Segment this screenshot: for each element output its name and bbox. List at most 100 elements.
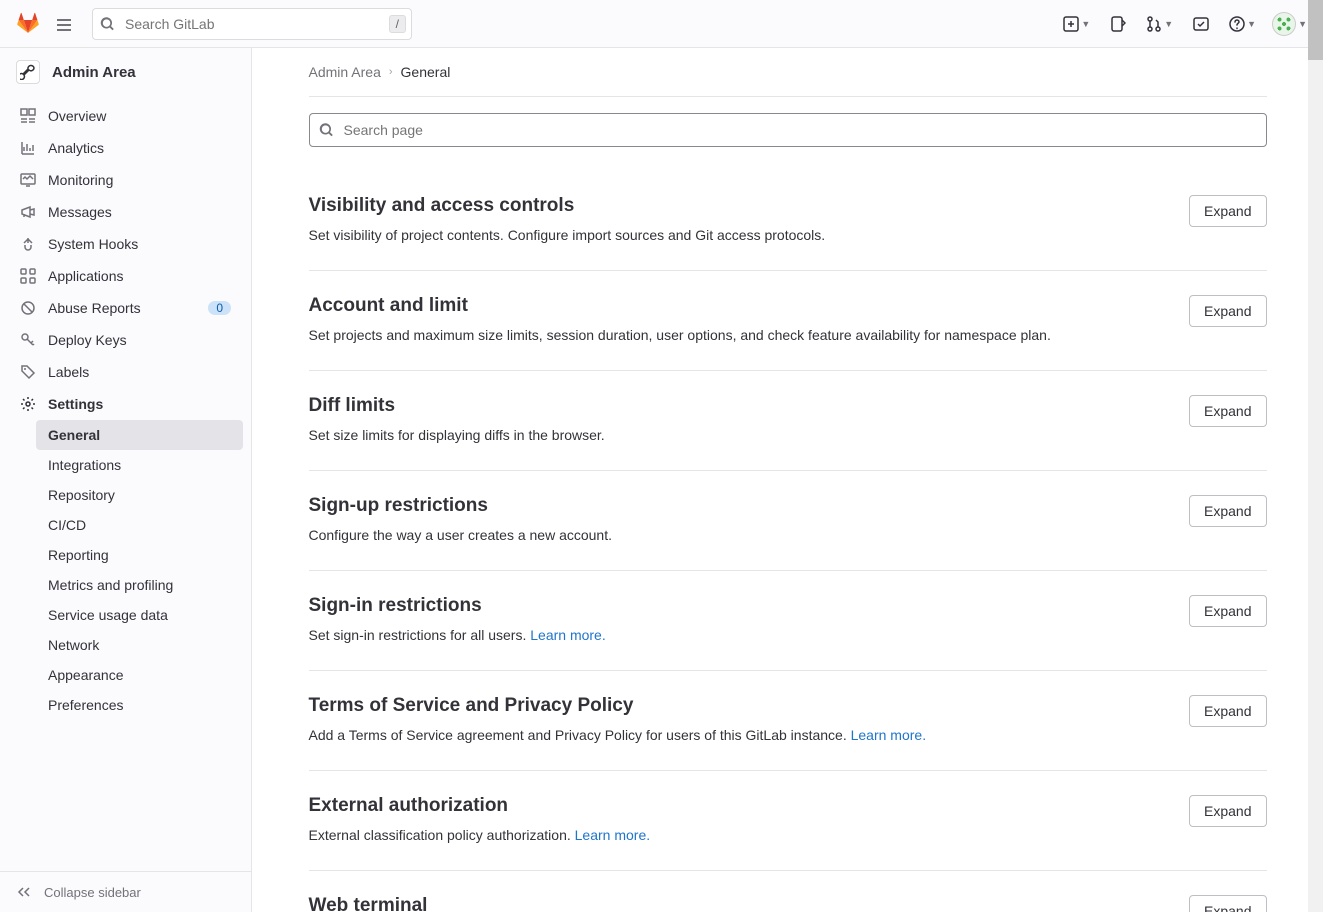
settings-section: Visibility and access controls Set visib… [309,171,1267,271]
collapse-label: Collapse sidebar [44,885,141,900]
page-search [309,113,1267,147]
global-search-input[interactable] [92,8,412,40]
expand-button[interactable]: Expand [1189,795,1266,827]
nav-sub-cicd[interactable]: CI/CD [36,510,243,540]
settings-section: Diff limits Set size limits for displayi… [309,371,1267,471]
settings-icon [20,396,36,412]
sidebar-title: Admin Area [52,64,136,81]
search-icon [319,123,334,138]
collapse-sidebar-button[interactable]: Collapse sidebar [0,871,251,912]
sidebar-header[interactable]: Admin Area [0,48,251,96]
merge-requests-menu[interactable]: ▼ [1146,16,1173,32]
overview-icon [20,108,36,124]
nav-badge: 0 [208,301,231,315]
main-content: Admin Area › General Visibility and acce… [252,48,1323,912]
nav-label: Labels [48,364,231,380]
section-title: External authorization [309,795,1174,817]
nav-settings[interactable]: Settings [8,388,243,420]
nav-sub-integrations[interactable]: Integrations [36,450,243,480]
admin-area-icon [16,60,40,84]
expand-button[interactable]: Expand [1189,395,1266,427]
expand-button[interactable]: Expand [1189,695,1266,727]
learn-more-link[interactable]: Learn more. [530,627,605,643]
section-title: Account and limit [309,295,1174,317]
nav-messages[interactable]: Messages [8,196,243,228]
nav-monitoring[interactable]: Monitoring [8,164,243,196]
analytics-icon [20,140,36,156]
topbar: / ▼ ▼ ▼ ▼ [0,0,1323,48]
collapse-icon [16,884,32,900]
applications-icon [20,268,36,284]
section-description: Set size limits for displaying diffs in … [309,425,1174,446]
nav-sub-network[interactable]: Network [36,630,243,660]
nav-label: Settings [48,396,231,412]
labels-icon [20,364,36,380]
expand-button[interactable]: Expand [1189,295,1266,327]
scrollbar[interactable] [1308,0,1323,912]
nav-sub-reporting[interactable]: Reporting [36,540,243,570]
nav-sub-appearance[interactable]: Appearance [36,660,243,690]
nav-abuse-reports[interactable]: Abuse Reports 0 [8,292,243,324]
nav-system-hooks[interactable]: System Hooks [8,228,243,260]
hooks-icon [20,236,36,252]
expand-button[interactable]: Expand [1189,195,1266,227]
nav-settings-sub: General Integrations Repository CI/CD Re… [8,420,243,720]
user-avatar [1272,12,1296,36]
abuse-icon [20,300,36,316]
gitlab-logo[interactable] [16,12,40,36]
chevron-down-icon: ▼ [1164,19,1173,29]
nav-label: Applications [48,268,231,284]
settings-section: Account and limit Set projects and maxim… [309,271,1267,371]
help-menu[interactable]: ▼ [1229,16,1256,32]
expand-button[interactable]: Expand [1189,895,1266,912]
key-icon [20,332,36,348]
nav-sub-preferences[interactable]: Preferences [36,690,243,720]
settings-section: External authorization External classifi… [309,771,1267,871]
nav-deploy-keys[interactable]: Deploy Keys [8,324,243,356]
nav-label: Analytics [48,140,231,156]
topbar-actions: ▼ ▼ ▼ ▼ [1063,12,1307,36]
settings-section: Terms of Service and Privacy Policy Add … [309,671,1267,771]
settings-section: Sign-up restrictions Configure the way a… [309,471,1267,571]
breadcrumb: Admin Area › General [309,48,1267,97]
nav-overview[interactable]: Overview [8,100,243,132]
page-search-input[interactable] [309,113,1267,147]
section-description: Set projects and maximum size limits, se… [309,325,1174,346]
nav-sub-metrics[interactable]: Metrics and profiling [36,570,243,600]
hamburger-menu-icon[interactable] [48,8,80,40]
chevron-down-icon: ▼ [1298,19,1307,29]
messages-icon [20,204,36,220]
expand-button[interactable]: Expand [1189,595,1266,627]
nav-label: Deploy Keys [48,332,231,348]
settings-section: Sign-in restrictions Set sign-in restric… [309,571,1267,671]
nav-sub-service-usage[interactable]: Service usage data [36,600,243,630]
nav-analytics[interactable]: Analytics [8,132,243,164]
monitoring-icon [20,172,36,188]
nav-label: Monitoring [48,172,231,188]
nav-applications[interactable]: Applications [8,260,243,292]
learn-more-link[interactable]: Learn more. [851,727,926,743]
create-menu[interactable]: ▼ [1063,16,1090,32]
section-title: Sign-in restrictions [309,595,1174,617]
expand-button[interactable]: Expand [1189,495,1266,527]
breadcrumb-parent[interactable]: Admin Area [309,64,381,80]
nav-label: Overview [48,108,231,124]
nav-sub-general[interactable]: General [36,420,243,450]
todos-icon[interactable] [1189,12,1213,36]
user-menu[interactable]: ▼ [1272,12,1307,36]
learn-more-link[interactable]: Learn more. [575,827,650,843]
global-search: / [92,8,412,40]
section-title: Sign-up restrictions [309,495,1174,517]
section-title: Terms of Service and Privacy Policy [309,695,1174,717]
section-description: Set visibility of project contents. Conf… [309,225,1174,246]
breadcrumb-current: General [401,64,451,80]
issues-icon[interactable] [1106,12,1130,36]
settings-section: Web terminal Set the maximum session tim… [309,871,1267,912]
sidebar-nav: Overview Analytics Monitoring Messages S… [0,96,251,871]
nav-label: Abuse Reports [48,300,196,316]
nav-sub-repository[interactable]: Repository [36,480,243,510]
chevron-down-icon: ▼ [1081,19,1090,29]
section-title: Visibility and access controls [309,195,1174,217]
nav-labels[interactable]: Labels [8,356,243,388]
nav-label: Messages [48,204,231,220]
